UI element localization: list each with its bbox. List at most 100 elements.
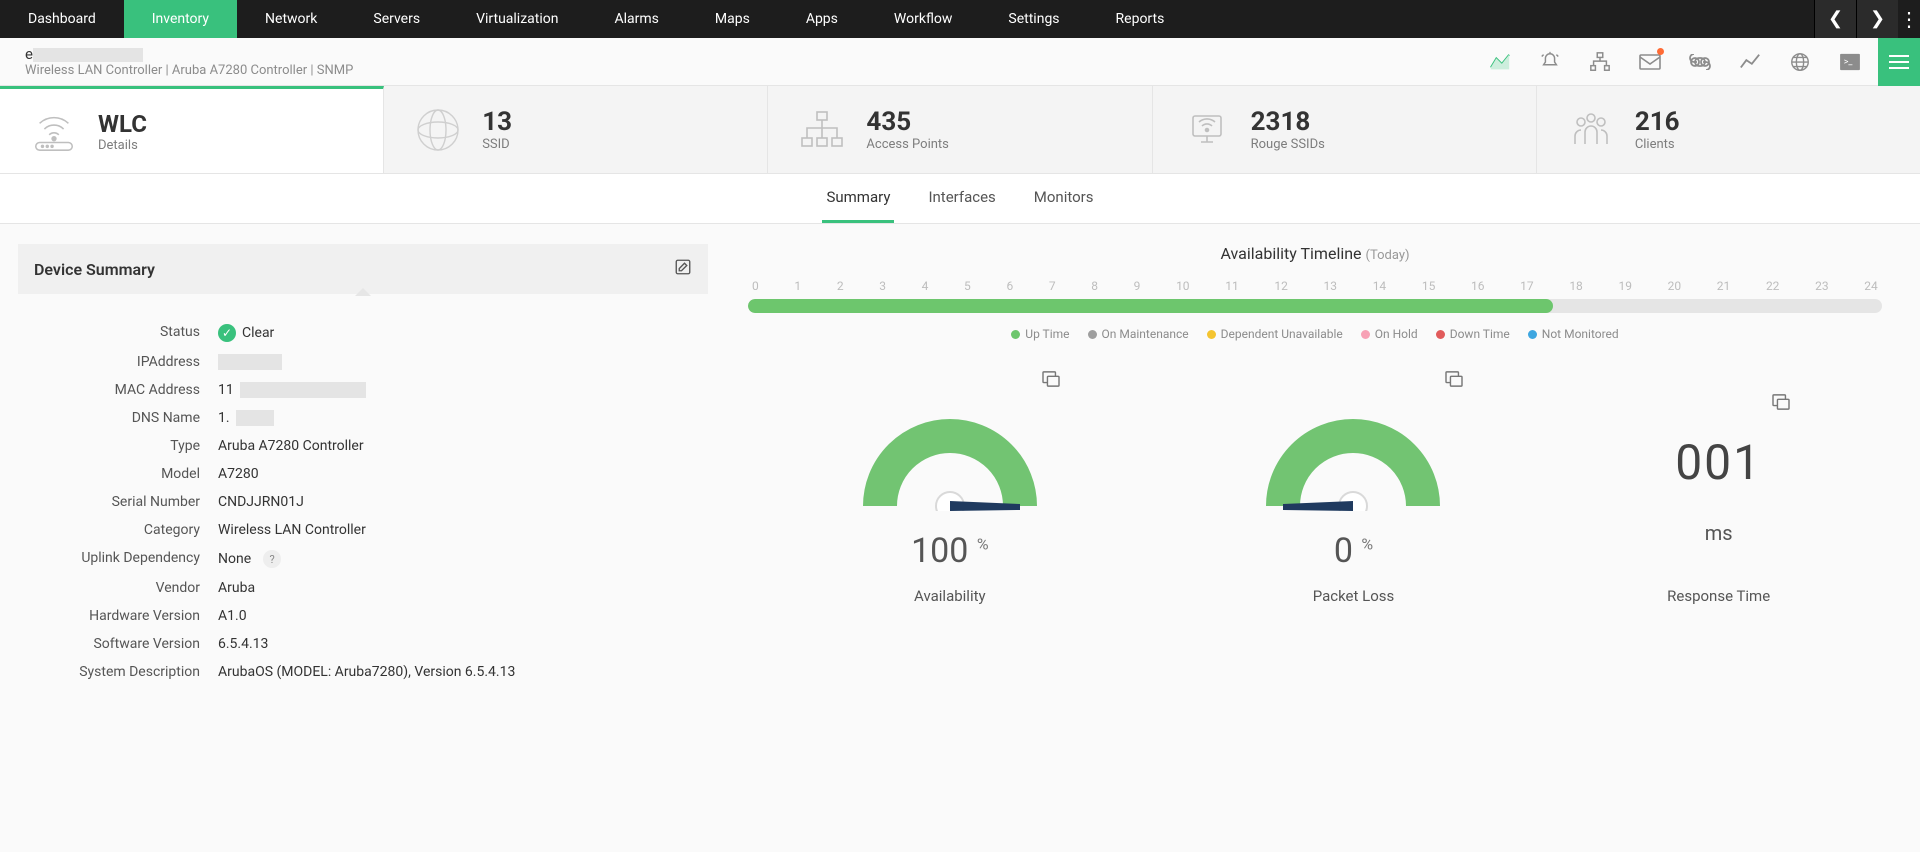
stat-ssid-value: 13 xyxy=(482,107,512,137)
value-uplink: None? xyxy=(218,550,708,568)
nav-more-icon[interactable]: ⋮ xyxy=(1898,7,1920,31)
content-area: Device Summary Status✓Clear IPAddress MA… xyxy=(0,224,1920,706)
gauge-availability-detail-icon[interactable] xyxy=(1042,371,1060,391)
subtabs: Summary Interfaces Monitors xyxy=(0,174,1920,224)
value-type: Aruba A7280 Controller xyxy=(218,438,708,454)
svg-text:>_: >_ xyxy=(1844,57,1854,67)
timeline-title: Availability Timeline (Today) xyxy=(748,244,1882,263)
breadcrumb: Wireless LAN Controller | Aruba A7280 Co… xyxy=(25,63,353,78)
timeline-legend: Up TimeOn MaintenanceDependent Unavailab… xyxy=(748,327,1882,341)
nav-servers[interactable]: Servers xyxy=(345,0,448,38)
nav-alarms[interactable]: Alarms xyxy=(586,0,686,38)
device-summary-panel: Device Summary Status✓Clear IPAddress MA… xyxy=(18,244,708,686)
stat-ssid[interactable]: 13 SSID xyxy=(384,86,768,173)
wlc-icon xyxy=(30,107,78,155)
device-summary-header: Device Summary xyxy=(18,244,708,294)
packetloss-label: Packet Loss xyxy=(1263,587,1443,605)
timeline-hours: 0123456789101112131415161718192021222324 xyxy=(748,279,1882,293)
nav-reports[interactable]: Reports xyxy=(1088,0,1193,38)
mail-icon[interactable] xyxy=(1638,50,1662,74)
nav-virtualization[interactable]: Virtualization xyxy=(448,0,586,38)
legend-item: On Maintenance xyxy=(1088,327,1189,341)
gauge-availability: 100 % Availability xyxy=(860,411,1040,605)
legend-dot-icon xyxy=(1528,330,1537,339)
value-model: A7280 xyxy=(218,466,708,482)
link-icon[interactable] xyxy=(1688,50,1712,74)
stat-wlc[interactable]: WLC Details xyxy=(0,86,384,173)
device-summary-title: Device Summary xyxy=(34,260,674,279)
value-category: Wireless LAN Controller xyxy=(218,522,708,538)
availability-label: Availability xyxy=(860,587,1040,605)
nav-apps[interactable]: Apps xyxy=(778,0,866,38)
value-status: ✓Clear xyxy=(218,324,708,342)
value-hw: A1.0 xyxy=(218,608,708,624)
tab-monitors[interactable]: Monitors xyxy=(1030,174,1098,223)
packetloss-value: 0 % xyxy=(1263,531,1443,571)
gauge-packet-loss: 0 % Packet Loss xyxy=(1263,411,1443,605)
nav-workflow[interactable]: Workflow xyxy=(866,0,981,38)
topology-icon[interactable] xyxy=(1588,50,1612,74)
stat-ssid-label: SSID xyxy=(482,137,512,152)
label-status: Status xyxy=(18,324,218,342)
label-sw: Software Version xyxy=(18,636,218,652)
tab-summary[interactable]: Summary xyxy=(822,174,894,223)
label-type: Type xyxy=(18,438,218,454)
value-serial: CNDJJRN01J xyxy=(218,494,708,510)
top-nav: Dashboard Inventory Network Servers Virt… xyxy=(0,0,1920,38)
globe-icon[interactable] xyxy=(1788,50,1812,74)
legend-dot-icon xyxy=(1207,330,1216,339)
value-vendor: Aruba xyxy=(218,580,708,596)
stat-ap-value: 435 xyxy=(866,107,948,137)
stats-row: WLC Details 13 SSID 435 Access Points 23… xyxy=(0,86,1920,174)
value-desc: ArubaOS (MODEL: Aruba7280), Version 6.5.… xyxy=(218,664,708,680)
alarm-icon[interactable] xyxy=(1538,50,1562,74)
response-unit: ms xyxy=(1667,521,1770,545)
nav-settings[interactable]: Settings xyxy=(980,0,1087,38)
sort-up-icon[interactable] xyxy=(355,288,371,296)
stat-wlc-sub: Details xyxy=(98,138,147,153)
terminal-icon[interactable]: >_ xyxy=(1838,50,1862,74)
label-category: Category xyxy=(18,522,218,538)
timeline-bar xyxy=(748,299,1882,313)
right-panel: Availability Timeline (Today) 0123456789… xyxy=(728,244,1902,686)
gauge-response-detail-icon[interactable] xyxy=(1772,394,1790,414)
stat-rogue-ssids[interactable]: 2318 Rouge SSIDs xyxy=(1153,86,1537,173)
nav-network[interactable]: Network xyxy=(237,0,345,38)
value-ip xyxy=(218,354,708,370)
device-title: e xyxy=(25,45,353,63)
label-mac: MAC Address xyxy=(18,382,218,398)
graph-icon[interactable] xyxy=(1738,50,1762,74)
label-model: Model xyxy=(18,466,218,482)
ssid-icon xyxy=(414,106,462,154)
legend-dot-icon xyxy=(1088,330,1097,339)
nav-next-arrow[interactable]: ❯ xyxy=(1856,0,1898,38)
rogue-ssid-icon xyxy=(1183,106,1231,154)
availability-value: 100 % xyxy=(860,531,1040,571)
edit-icon[interactable] xyxy=(674,258,692,280)
help-icon[interactable]: ? xyxy=(263,550,281,568)
gauge-packetloss-detail-icon[interactable] xyxy=(1445,371,1463,391)
tab-interfaces[interactable]: Interfaces xyxy=(924,174,999,223)
nav-inventory[interactable]: Inventory xyxy=(124,0,237,38)
label-vendor: Vendor xyxy=(18,580,218,596)
legend-dot-icon xyxy=(1011,330,1020,339)
value-sw: 6.5.4.13 xyxy=(218,636,708,652)
nav-dashboard[interactable]: Dashboard xyxy=(0,0,124,38)
legend-item: Down Time xyxy=(1436,327,1510,341)
nav-prev-arrow[interactable]: ❮ xyxy=(1814,0,1856,38)
hamburger-menu-button[interactable] xyxy=(1878,38,1920,86)
legend-item: Dependent Unavailable xyxy=(1207,327,1343,341)
value-mac: 11 xyxy=(218,382,708,398)
nav-maps[interactable]: Maps xyxy=(687,0,778,38)
label-hw: Hardware Version xyxy=(18,608,218,624)
access-points-icon xyxy=(798,106,846,154)
clients-icon xyxy=(1567,106,1615,154)
availability-timeline: Availability Timeline (Today) 0123456789… xyxy=(748,244,1882,341)
stat-clients[interactable]: 216 Clients xyxy=(1537,86,1920,173)
label-ip: IPAddress xyxy=(18,354,218,370)
label-dns: DNS Name xyxy=(18,410,218,426)
stat-access-points[interactable]: 435 Access Points xyxy=(768,86,1152,173)
stat-rogue-label: Rouge SSIDs xyxy=(1251,137,1325,152)
chart-icon[interactable] xyxy=(1488,50,1512,74)
stat-clients-label: Clients xyxy=(1635,137,1680,152)
